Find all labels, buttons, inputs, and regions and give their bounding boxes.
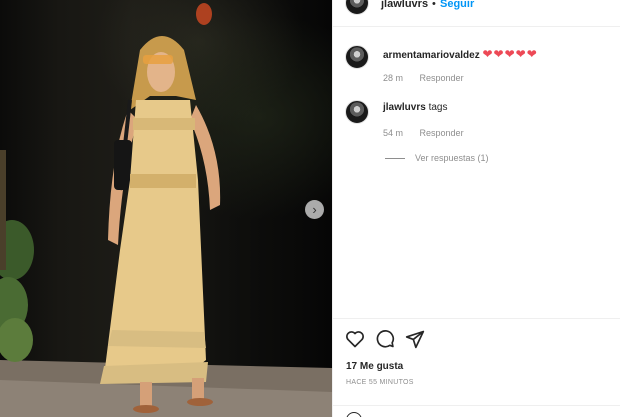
- comment-time: 28 m: [383, 73, 404, 83]
- comment-meta: 54 m Responder: [383, 128, 478, 138]
- reply-button[interactable]: Responder: [420, 73, 464, 83]
- comment-text: armentamariovaldez ❤❤❤❤❤: [383, 47, 538, 61]
- reply-button[interactable]: Responder: [420, 128, 464, 138]
- comment-username[interactable]: armentamariovaldez: [383, 50, 480, 61]
- comment-username[interactable]: jlawluvrs: [383, 102, 426, 113]
- emoji-icon[interactable]: [346, 412, 362, 417]
- avatar[interactable]: [345, 0, 369, 15]
- chevron-right-icon: ›: [312, 202, 317, 217]
- post-actions: 17 Me gusta HACE 55 MINUTOS: [333, 318, 620, 417]
- comment-body: ❤❤❤❤❤: [482, 47, 538, 61]
- likes-count[interactable]: 17 Me gusta: [346, 361, 403, 372]
- view-replies-button[interactable]: Ver respuestas (1): [385, 153, 489, 163]
- share-icon[interactable]: [405, 329, 425, 349]
- add-comment-bar[interactable]: [333, 405, 620, 417]
- comment-time: 54 m: [383, 128, 404, 138]
- post-header: jlawluvrs • Seguir: [333, 0, 620, 27]
- avatar[interactable]: [345, 45, 369, 69]
- comment-meta: 28 m Responder: [383, 73, 478, 83]
- photo-illustration: [0, 3, 332, 417]
- comment-body: tags: [428, 102, 448, 113]
- comment-icon[interactable]: [375, 329, 395, 349]
- heart-icon[interactable]: [345, 329, 365, 349]
- post-timestamp: HACE 55 MINUTOS: [346, 379, 414, 386]
- view-replies-label: Ver respuestas (1): [415, 153, 489, 163]
- follow-button[interactable]: Seguir: [440, 0, 474, 10]
- post-author-username[interactable]: jlawluvrs: [381, 0, 428, 10]
- separator-dot: •: [432, 0, 436, 10]
- post-side-panel: jlawluvrs • Seguir armentamariovaldez ❤❤…: [332, 0, 620, 417]
- next-photo-button[interactable]: ›: [305, 200, 324, 219]
- post-photo: ›: [0, 0, 332, 417]
- comment-text: jlawluvrs tags: [383, 102, 448, 113]
- divider: [385, 158, 405, 160]
- avatar[interactable]: [345, 100, 369, 124]
